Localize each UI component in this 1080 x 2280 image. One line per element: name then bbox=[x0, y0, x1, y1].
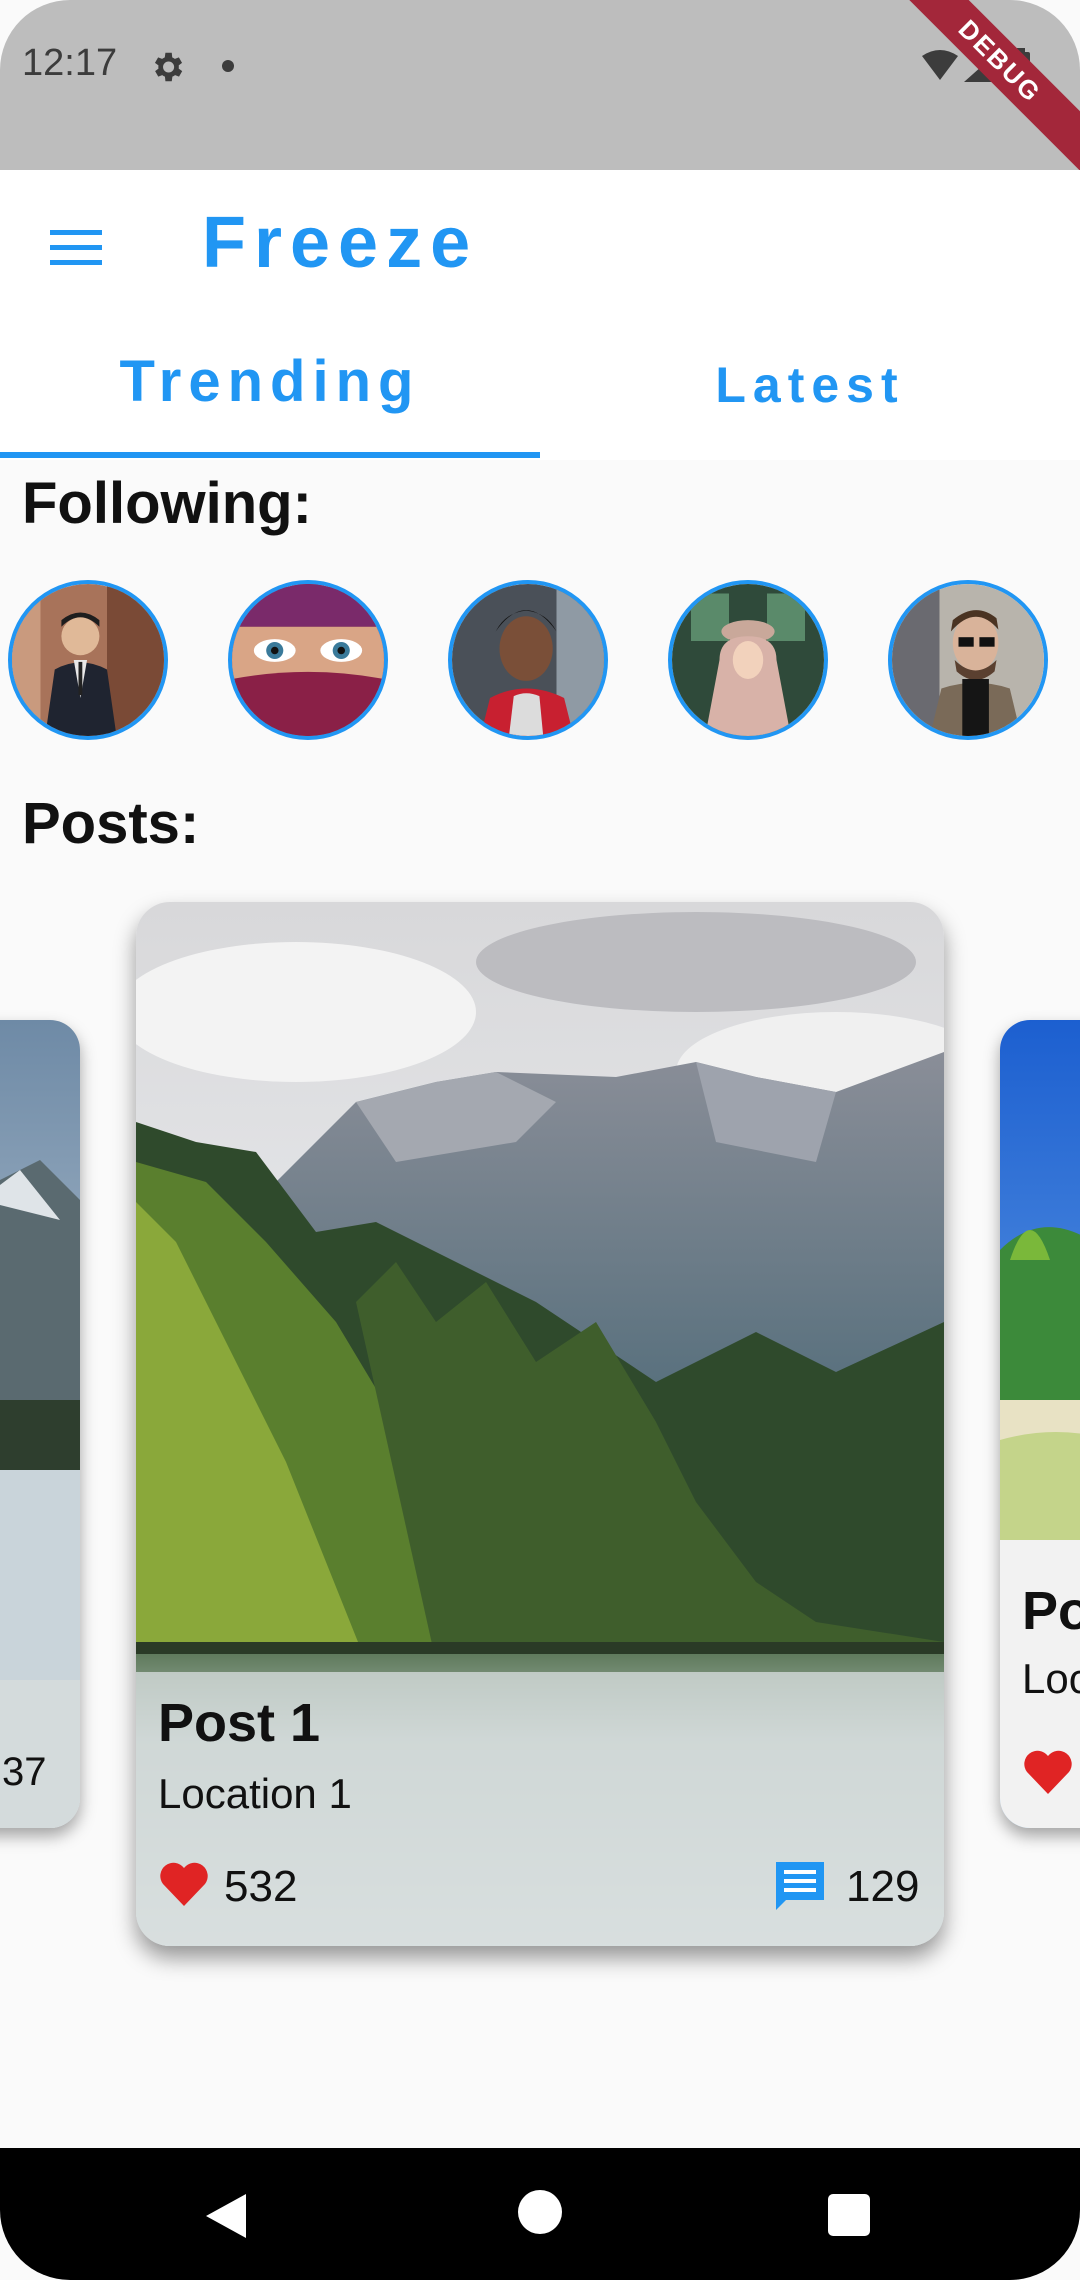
avatar-woman-veil[interactable] bbox=[228, 580, 388, 740]
tab-indicator bbox=[0, 452, 540, 458]
avatar-man-curly[interactable] bbox=[448, 580, 608, 740]
status-time: 12:17 bbox=[22, 42, 118, 84]
comment-icon[interactable] bbox=[772, 1858, 828, 1914]
posts-heading: Posts: bbox=[22, 791, 200, 856]
likes-count: 532 bbox=[224, 1862, 298, 1911]
tab-trending[interactable]: Trending bbox=[0, 348, 540, 448]
heart-icon[interactable] bbox=[158, 1860, 210, 1908]
status-bar: 12:17 DEBUG bbox=[0, 0, 1080, 182]
app-title: Freeze bbox=[202, 203, 479, 283]
wifi-icon bbox=[922, 50, 958, 80]
following-avatars bbox=[0, 580, 1080, 750]
notification-dot-icon bbox=[222, 60, 234, 72]
comments-count: 129 bbox=[846, 1862, 920, 1911]
following-heading: Following: bbox=[22, 471, 312, 536]
post-title-next: Po bbox=[1022, 1581, 1080, 1641]
back-icon[interactable] bbox=[204, 2192, 248, 2240]
debug-banner: DEBUG bbox=[879, 0, 1080, 182]
post-location-next: Loc bbox=[1022, 1655, 1080, 1702]
likes-count-previous: 37 bbox=[2, 1750, 47, 1794]
post-card-previous[interactable]: 37 bbox=[0, 1020, 80, 1828]
post-info: Post 1 Location 1 532 129 bbox=[136, 1672, 944, 1946]
avatar-woman-hijab[interactable] bbox=[668, 580, 828, 740]
avatar-man-glasses[interactable] bbox=[888, 580, 1048, 740]
post-location: Location 1 bbox=[158, 1770, 352, 1817]
post-card-next[interactable]: Po Loc bbox=[1000, 1020, 1080, 1828]
navigation-bar bbox=[0, 2148, 1080, 2280]
menu-icon[interactable] bbox=[50, 228, 102, 268]
avatar-man-suit[interactable] bbox=[8, 580, 168, 740]
post-image bbox=[1000, 1020, 1080, 1828]
home-icon[interactable] bbox=[518, 2190, 562, 2234]
post-title: Post 1 bbox=[158, 1693, 321, 1753]
app-bar: Freeze Trending Latest bbox=[0, 170, 1080, 460]
gear-icon bbox=[154, 52, 183, 82]
app-frame: 12:17 DEBUG Freeze Trending Latest Follo… bbox=[0, 0, 1080, 2280]
post-card-current[interactable]: Post 1 Location 1 532 129 bbox=[136, 902, 944, 1946]
recents-icon[interactable] bbox=[828, 2194, 870, 2236]
tab-latest[interactable]: Latest bbox=[540, 356, 1080, 456]
heart-icon bbox=[1024, 1750, 1072, 1794]
